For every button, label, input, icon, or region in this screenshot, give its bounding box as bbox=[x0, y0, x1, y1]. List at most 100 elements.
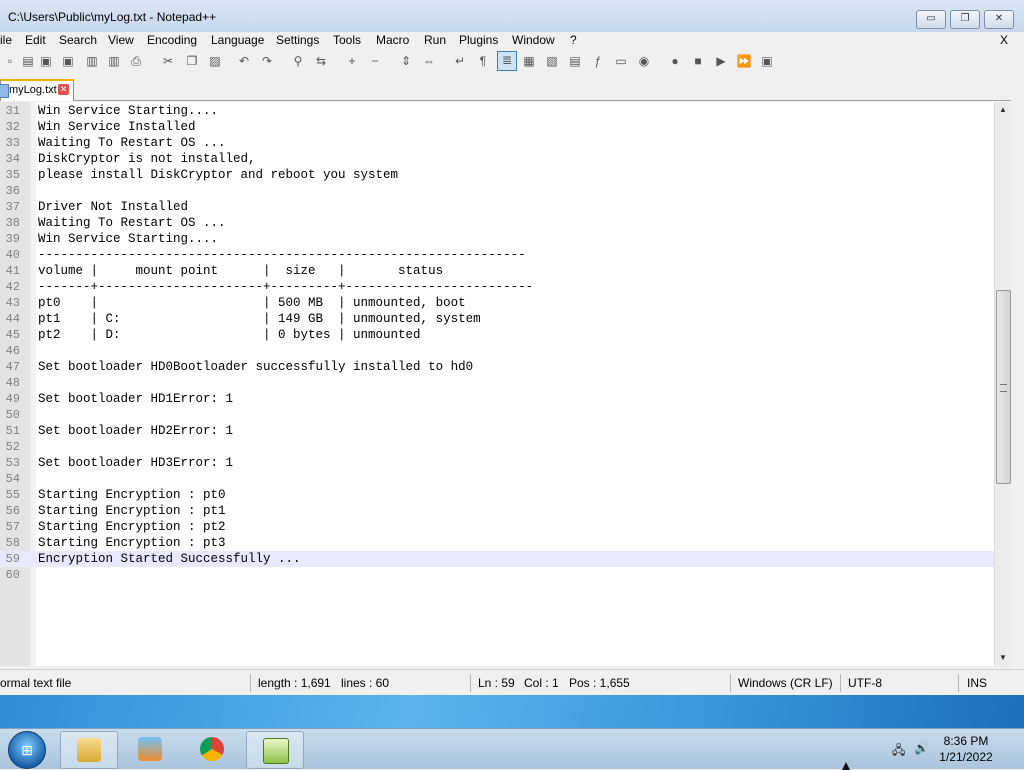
editor-line[interactable]: 52 bbox=[0, 439, 994, 455]
line-text[interactable]: DiskCryptor is not installed, bbox=[38, 151, 256, 167]
monitoring-icon[interactable]: ◉ bbox=[636, 53, 652, 69]
editor-line[interactable]: 53 Set bootloader HD3Error: 1 bbox=[0, 455, 994, 471]
run-macro-multiple-icon[interactable]: ⏩ bbox=[736, 53, 752, 69]
start-button[interactable]: ⊞ bbox=[8, 731, 46, 769]
line-text[interactable]: Set bootloader HD2Error: 1 bbox=[38, 423, 233, 439]
menu-macro[interactable]: Macro bbox=[376, 33, 409, 47]
tab-close-icon[interactable]: ✕ bbox=[58, 84, 69, 95]
editor-line[interactable]: 49 Set bootloader HD1Error: 1 bbox=[0, 391, 994, 407]
close-file-icon[interactable]: ▥ bbox=[84, 53, 100, 69]
function-list-icon[interactable]: ƒ bbox=[590, 53, 606, 69]
editor-line[interactable]: 51 Set bootloader HD2Error: 1 bbox=[0, 423, 994, 439]
tab-mylog[interactable]: myLog.txt ✕ bbox=[0, 79, 74, 101]
word-wrap-icon[interactable]: ↵ bbox=[452, 53, 468, 69]
editor-line[interactable]: 57 Starting Encryption : pt2 bbox=[0, 519, 994, 535]
line-text[interactable]: pt1 | C: | 149 GB | unmounted, system bbox=[38, 311, 481, 327]
cut-icon[interactable]: ✂ bbox=[160, 53, 176, 69]
editor-line[interactable]: 37 Driver Not Installed bbox=[0, 199, 994, 215]
vertical-scrollbar[interactable]: ▲ ▼ bbox=[994, 102, 1011, 666]
menu-language[interactable]: Language bbox=[211, 33, 264, 47]
editor-line[interactable]: 36 bbox=[0, 183, 994, 199]
menu-encoding[interactable]: Encoding bbox=[147, 33, 197, 47]
scroll-down-icon[interactable]: ▼ bbox=[995, 650, 1011, 666]
line-text[interactable]: Starting Encryption : pt2 bbox=[38, 519, 226, 535]
maximize-button[interactable]: ❐ bbox=[950, 10, 980, 29]
network-icon[interactable]: 🖧 bbox=[892, 741, 905, 762]
menu-tools[interactable]: Tools bbox=[333, 33, 361, 47]
editor-line[interactable]: 32 Win Service Installed bbox=[0, 119, 994, 135]
editor-line[interactable]: 44 pt1 | C: | 149 GB | unmounted, system bbox=[0, 311, 994, 327]
editor-line[interactable]: 43 pt0 | | 500 MB | unmounted, boot bbox=[0, 295, 994, 311]
editor-line[interactable]: 34 DiskCryptor is not installed, bbox=[0, 151, 994, 167]
play-macro-icon[interactable]: ▶ bbox=[713, 53, 729, 69]
editor-line[interactable]: 45 pt2 | D: | 0 bytes | unmounted bbox=[0, 327, 994, 343]
menu-help[interactable]: ? bbox=[570, 33, 577, 47]
menu-search[interactable]: Search bbox=[59, 33, 97, 47]
redo-icon[interactable]: ↷ bbox=[259, 53, 275, 69]
line-text[interactable]: -------+----------------------+---------… bbox=[38, 279, 533, 295]
line-text[interactable]: pt0 | | 500 MB | unmounted, boot bbox=[38, 295, 466, 311]
editor-line[interactable]: 40 --------------------------------------… bbox=[0, 247, 994, 263]
line-text[interactable]: Set bootloader HD3Error: 1 bbox=[38, 455, 233, 471]
editor-line[interactable]: 38 Waiting To Restart OS ... bbox=[0, 215, 994, 231]
find-icon[interactable]: ⚲ bbox=[290, 53, 306, 69]
sync-vertical-icon[interactable]: ⇕ bbox=[398, 53, 414, 69]
editor-line[interactable]: 31 Win Service Starting.... bbox=[0, 103, 994, 119]
close-button[interactable]: ✕ bbox=[984, 10, 1014, 29]
line-text[interactable]: Waiting To Restart OS ... bbox=[38, 215, 226, 231]
editor-line[interactable]: 56 Starting Encryption : pt1 bbox=[0, 503, 994, 519]
editor-line[interactable]: 42 -------+----------------------+-------… bbox=[0, 279, 994, 295]
editor-line[interactable]: 59 Encryption Started Successfully ... bbox=[0, 551, 994, 567]
line-text[interactable]: Starting Encryption : pt0 bbox=[38, 487, 226, 503]
line-text[interactable]: Driver Not Installed bbox=[38, 199, 188, 215]
taskbar-notepadpp[interactable] bbox=[246, 731, 304, 769]
scroll-up-icon[interactable]: ▲ bbox=[995, 102, 1011, 118]
taskbar-media-player[interactable] bbox=[122, 731, 178, 767]
undo-icon[interactable]: ↶ bbox=[236, 53, 252, 69]
doc-list-icon[interactable]: ▤ bbox=[567, 53, 583, 69]
editor-line[interactable]: 46 bbox=[0, 343, 994, 359]
indent-guide-icon[interactable]: ≣ bbox=[497, 51, 517, 71]
editor-line[interactable]: 55 Starting Encryption : pt0 bbox=[0, 487, 994, 503]
line-text[interactable]: Starting Encryption : pt3 bbox=[38, 535, 226, 551]
editor-line[interactable]: 50 bbox=[0, 407, 994, 423]
show-all-chars-icon[interactable]: ¶ bbox=[475, 53, 491, 69]
editor-line[interactable]: 60 bbox=[0, 567, 994, 583]
menu-settings[interactable]: Settings bbox=[276, 33, 319, 47]
open-file-icon[interactable]: ▤ bbox=[20, 53, 36, 69]
editor-line[interactable]: 35 please install DiskCryptor and reboot … bbox=[0, 167, 994, 183]
taskbar-explorer[interactable] bbox=[60, 731, 118, 769]
menu-view[interactable]: View bbox=[108, 33, 134, 47]
editor-line[interactable]: 33 Waiting To Restart OS ... bbox=[0, 135, 994, 151]
replace-icon[interactable]: ⇆ bbox=[313, 53, 329, 69]
print-icon[interactable]: ⎙ bbox=[128, 53, 144, 69]
line-text[interactable]: please install DiskCryptor and reboot yo… bbox=[38, 167, 398, 183]
scroll-thumb[interactable] bbox=[996, 290, 1011, 484]
stop-recording-icon[interactable]: ■ bbox=[690, 53, 706, 69]
save-macro-icon[interactable]: ▣ bbox=[759, 53, 775, 69]
doc-map-icon[interactable]: ▧ bbox=[544, 53, 560, 69]
paste-icon[interactable]: ▨ bbox=[207, 53, 223, 69]
editor-line[interactable]: 41 volume | mount point | size | status bbox=[0, 263, 994, 279]
close-all-icon[interactable]: ▥ bbox=[106, 53, 122, 69]
taskbar-chrome[interactable] bbox=[184, 731, 240, 767]
editor-line[interactable]: 48 bbox=[0, 375, 994, 391]
editor[interactable]: 31 Win Service Starting.... 32 Win Service … bbox=[0, 102, 994, 666]
line-text[interactable]: Win Service Installed bbox=[38, 119, 196, 135]
zoom-in-icon[interactable]: + bbox=[344, 53, 360, 69]
editor-line[interactable]: 54 bbox=[0, 471, 994, 487]
line-text[interactable]: Win Service Starting.... bbox=[38, 103, 218, 119]
line-text[interactable]: pt2 | D: | 0 bytes | unmounted bbox=[38, 327, 421, 343]
line-text[interactable]: Set bootloader HD1Error: 1 bbox=[38, 391, 233, 407]
menu-window[interactable]: Window bbox=[512, 33, 555, 47]
line-text[interactable]: Waiting To Restart OS ... bbox=[38, 135, 226, 151]
menu-plugins[interactable]: Plugins bbox=[459, 33, 498, 47]
line-text[interactable]: Starting Encryption : pt1 bbox=[38, 503, 226, 519]
line-text[interactable]: Win Service Starting.... bbox=[38, 231, 218, 247]
menu-file[interactable]: ile bbox=[0, 33, 12, 47]
minimize-button[interactable]: ▭ bbox=[916, 10, 946, 29]
close-document-button[interactable]: X bbox=[1000, 33, 1008, 47]
editor-line[interactable]: 58 Starting Encryption : pt3 bbox=[0, 535, 994, 551]
sync-horizontal-icon[interactable]: ⇔ bbox=[421, 53, 437, 69]
line-text[interactable]: Set bootloader HD0Bootloader successfull… bbox=[38, 359, 473, 375]
